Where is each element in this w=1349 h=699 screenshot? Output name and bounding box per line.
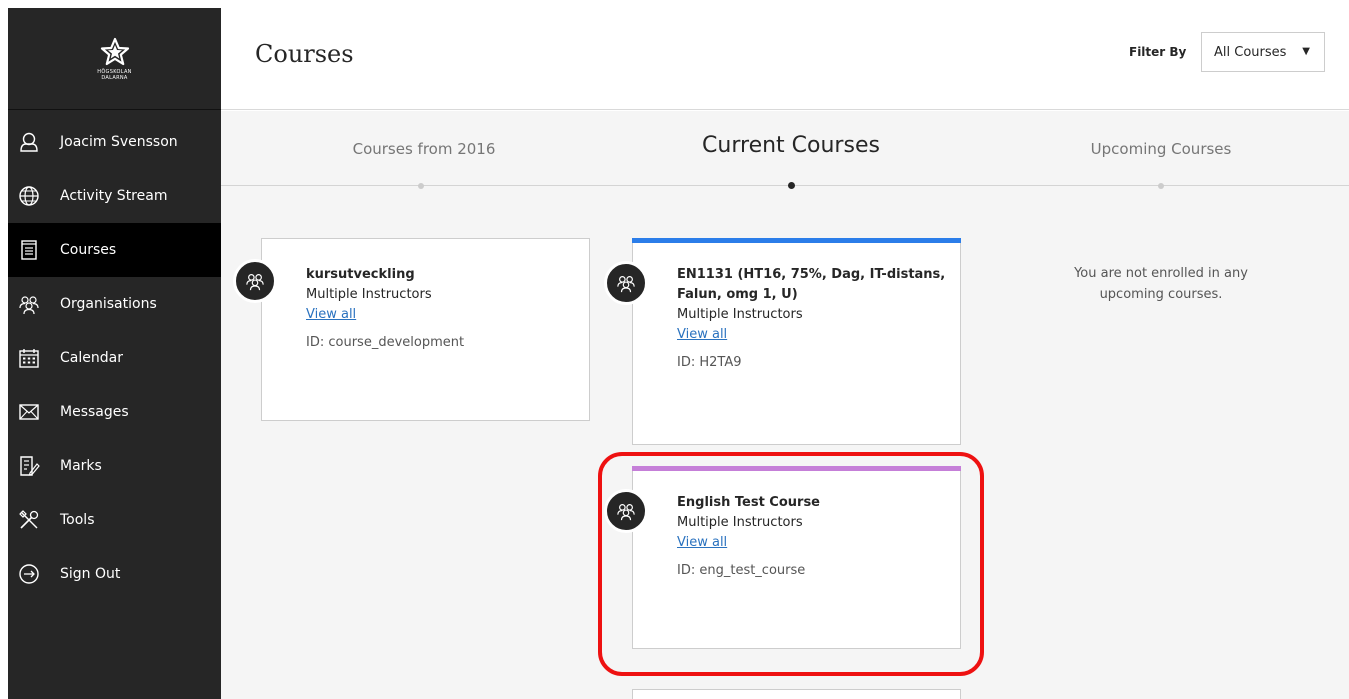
filter-value: All Courses (1214, 44, 1287, 60)
user-icon (18, 131, 40, 153)
sidebar-item-label: Calendar (60, 350, 123, 366)
course-id: ID: H2TA9 (677, 355, 742, 370)
course-avatar (604, 261, 648, 305)
sidebar-item-profile[interactable]: Joacim Svensson (8, 115, 221, 169)
tab-upcoming-courses[interactable]: Upcoming Courses (1051, 139, 1271, 158)
view-all-link[interactable]: View all (677, 325, 727, 345)
sidebar-item-label: Joacim Svensson (60, 134, 178, 150)
tab-label: Courses from 2016 (352, 140, 496, 158)
tab-label: Current Courses (702, 133, 880, 158)
sidebar-item-messages[interactable]: Messages (8, 385, 221, 439)
star-logo-icon (100, 37, 129, 65)
header: Courses Filter By All Courses ▼ (221, 8, 1349, 110)
sidebar-item-marks[interactable]: Marks (8, 439, 221, 493)
sidebar-item-label: Courses (60, 242, 117, 258)
timeline-dot-current[interactable] (788, 182, 795, 189)
timeline-dot-upcoming[interactable] (1158, 183, 1164, 189)
upcoming-empty-message: You are not enrolled in any upcoming cou… (1074, 266, 1248, 302)
course-instructors: Multiple Instructors (677, 307, 803, 322)
sidebar-item-calendar[interactable]: Calendar (8, 331, 221, 385)
timeline-dot-past[interactable] (418, 183, 424, 189)
marks-icon (18, 455, 40, 477)
logo-text: HÖGSKOLAN DALARNA (97, 68, 132, 81)
main-content: Courses from 2016 Current Courses Upcomi… (221, 111, 1349, 699)
course-id: ID: course_development (306, 335, 465, 350)
sign-out-icon (18, 563, 40, 585)
logo[interactable]: HÖGSKOLAN DALARNA (8, 8, 221, 110)
card-stripe (632, 238, 961, 243)
view-all-link[interactable]: View all (306, 305, 356, 325)
organisations-icon (18, 293, 40, 315)
sidebar-item-label: Organisations (60, 296, 157, 312)
tab-current-courses[interactable]: Current Courses (661, 133, 921, 158)
sidebar-item-organisations[interactable]: Organisations (8, 277, 221, 331)
courses-icon (18, 239, 40, 261)
sidebar-item-label: Messages (60, 404, 129, 420)
sidebar-item-activity-stream[interactable]: Activity Stream (8, 169, 221, 223)
course-card-partial[interactable] (632, 689, 961, 699)
tab-label: Upcoming Courses (1090, 140, 1232, 158)
sidebar-item-courses[interactable]: Courses (8, 223, 221, 277)
sidebar-item-label: Activity Stream (60, 188, 168, 204)
course-card-kursutveckling[interactable]: kursutveckling Multiple Instructors View… (233, 238, 590, 421)
course-title[interactable]: EN1131 (HT16, 75%, Dag, IT-distans, Falu… (677, 265, 948, 305)
tab-courses-2016[interactable]: Courses from 2016 (314, 139, 534, 158)
timeline-line (221, 185, 1349, 186)
course-card-en1131[interactable]: EN1131 (HT16, 75%, Dag, IT-distans, Falu… (604, 238, 961, 445)
filter-select[interactable]: All Courses ▼ (1201, 32, 1325, 72)
calendar-icon (18, 347, 40, 369)
sidebar-item-sign-out[interactable]: Sign Out (8, 547, 221, 601)
card-body: EN1131 (HT16, 75%, Dag, IT-distans, Falu… (677, 265, 948, 373)
sidebar-item-label: Sign Out (60, 566, 121, 582)
sidebar: HÖGSKOLAN DALARNA Joacim Svensson Activi… (8, 8, 221, 699)
course-avatar (233, 259, 277, 303)
card-body: kursutveckling Multiple Instructors View… (306, 265, 577, 353)
tools-icon (18, 509, 40, 531)
sidebar-item-label: Tools (60, 512, 95, 528)
dropdown-arrow-icon: ▼ (1302, 46, 1310, 57)
sidebar-item-label: Marks (60, 458, 102, 474)
filter-label: Filter By (1129, 45, 1187, 59)
highlight-annotation (598, 452, 984, 676)
globe-icon (18, 185, 40, 207)
page-title: Courses (255, 40, 354, 68)
envelope-icon (18, 401, 40, 423)
course-instructors: Multiple Instructors (306, 287, 432, 302)
organisations-icon (617, 276, 635, 293)
organisations-icon (246, 274, 264, 291)
course-title[interactable]: kursutveckling (306, 265, 577, 285)
sidebar-item-tools[interactable]: Tools (8, 493, 221, 547)
